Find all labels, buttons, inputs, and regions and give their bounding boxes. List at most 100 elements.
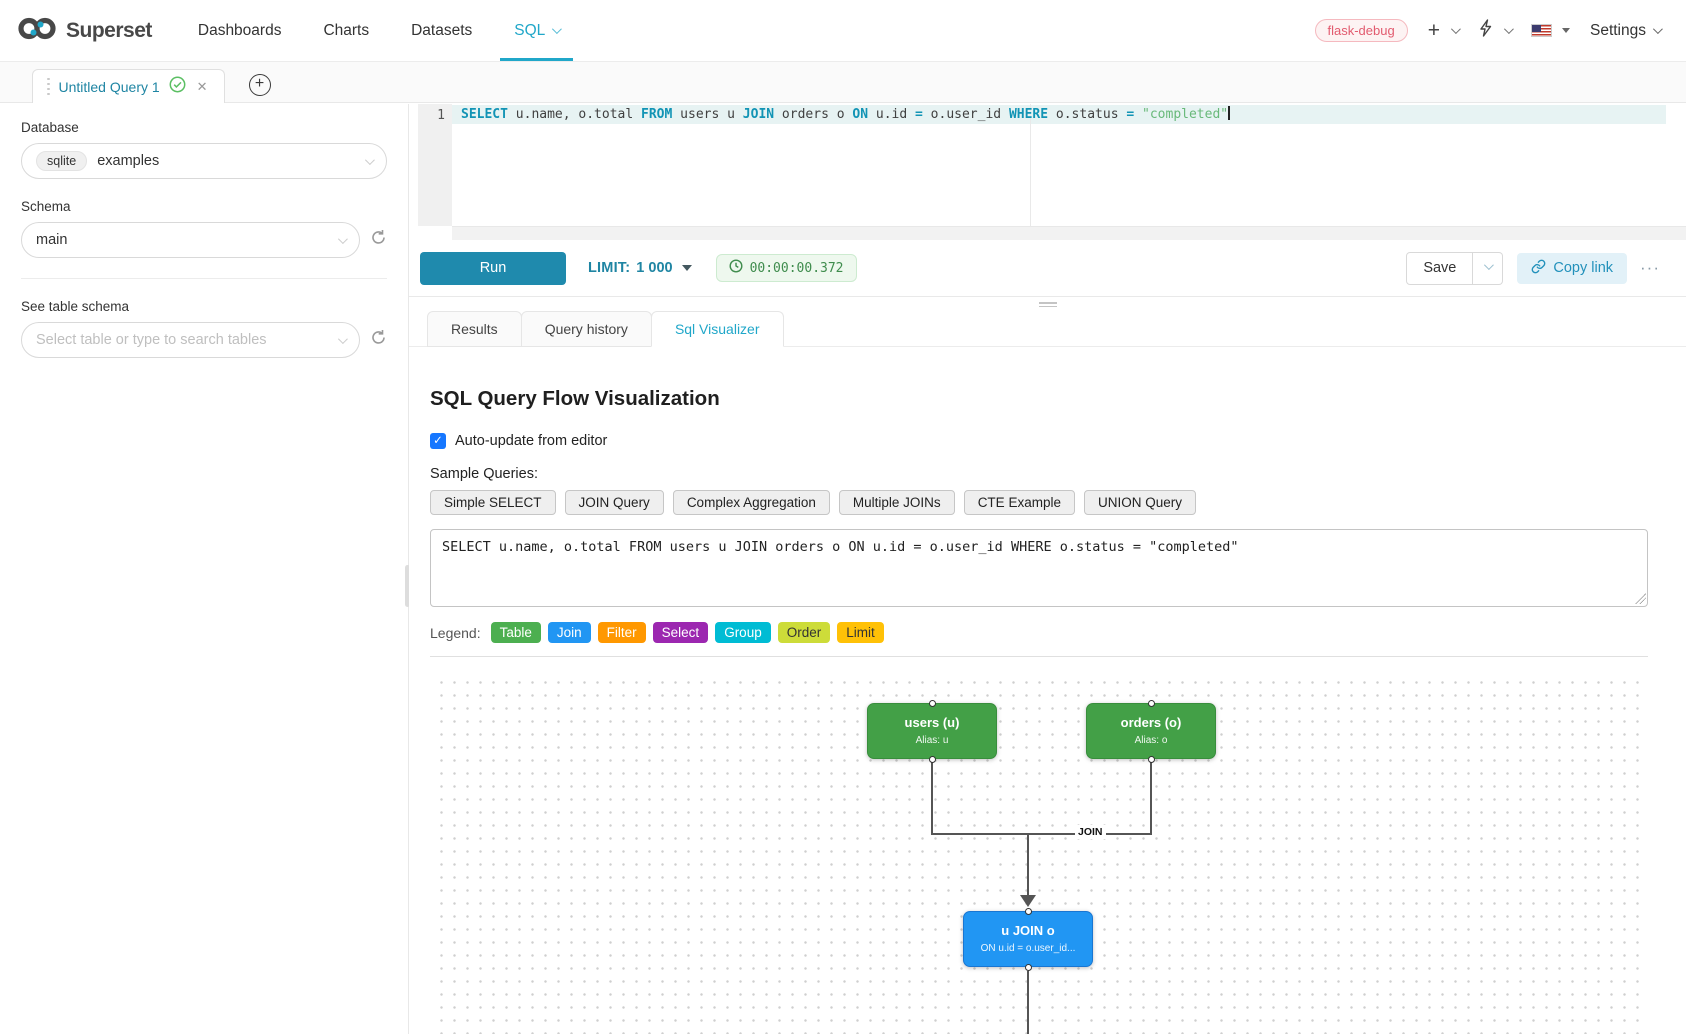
node-title: users (u): [868, 715, 996, 730]
legend: Legend: Table Join Filter Select Group O…: [430, 622, 1648, 643]
sql-token: =: [915, 107, 923, 122]
sample-union-query-button[interactable]: UNION Query: [1084, 490, 1196, 515]
editor-horizontal-scrollbar[interactable]: [452, 226, 1686, 240]
new-item-menu[interactable]: +: [1428, 20, 1458, 41]
database-label: Database: [21, 120, 387, 135]
edge-users-to-join: [931, 761, 933, 834]
chevron-down-icon: [338, 234, 348, 244]
query-tabstrip: Untitled Query 1 ✕ +: [0, 62, 1686, 103]
auto-update-checkbox[interactable]: [430, 433, 446, 449]
new-query-tab-button[interactable]: +: [249, 74, 271, 96]
query-tab[interactable]: Untitled Query 1 ✕: [32, 69, 225, 103]
sql-token: JOIN: [743, 107, 774, 122]
sql-editor[interactable]: 1 SELECT u.name, o.total FROM users u JO…: [409, 104, 1686, 240]
run-button[interactable]: Run: [420, 252, 566, 285]
tab-query-history[interactable]: Query history: [521, 311, 652, 347]
line-number: 1: [418, 106, 445, 125]
edge-join-output: [1027, 971, 1029, 1034]
caret-down-icon: [682, 265, 692, 271]
tab-sql-visualizer[interactable]: Sql Visualizer: [651, 311, 784, 347]
port-dot[interactable]: [1148, 700, 1155, 707]
legend-badge-table: Table: [491, 622, 541, 643]
query-tab-title: Untitled Query 1: [59, 79, 160, 95]
sql-token: "completed": [1142, 107, 1228, 122]
refresh-tables-icon[interactable]: [370, 329, 387, 351]
sample-query-buttons: Simple SELECT JOIN Query Complex Aggrega…: [430, 490, 1648, 515]
port-dot[interactable]: [1025, 908, 1032, 915]
language-picker[interactable]: [1531, 24, 1570, 37]
node-join[interactable]: u JOIN o ON u.id = o.user_id...: [963, 911, 1093, 967]
table-select-placeholder: Select table or type to search tables: [36, 332, 267, 348]
editor-gutter: 1: [418, 104, 452, 226]
left-sidebar: Database sqlite examples Schema main See…: [0, 104, 408, 1034]
nav-datasets[interactable]: Datasets: [411, 0, 472, 61]
save-dropdown-button[interactable]: [1473, 252, 1503, 285]
sql-token: WHERE: [1009, 107, 1048, 122]
visualizer-title: SQL Query Flow Visualization: [430, 387, 1648, 411]
flow-canvas[interactable]: JOIN users (u) Alias: u orders (o) Alias…: [430, 671, 1648, 1034]
sample-multiple-joins-button[interactable]: Multiple JOINs: [839, 490, 955, 515]
nav-charts[interactable]: Charts: [323, 0, 369, 61]
port-dot[interactable]: [929, 756, 936, 763]
node-title: u JOIN o: [964, 923, 1092, 938]
sample-cte-example-button[interactable]: CTE Example: [964, 490, 1075, 515]
chevron-down-icon: [1484, 260, 1494, 270]
south-pane: Results Query history Sql Visualizer SQL…: [409, 297, 1686, 1034]
sql-token: SELECT: [461, 107, 508, 122]
saved-check-icon: [169, 76, 186, 98]
sample-simple-select-button[interactable]: Simple SELECT: [430, 490, 556, 515]
save-button-group: Save: [1406, 252, 1503, 285]
node-title: orders (o): [1087, 715, 1215, 730]
sql-token: FROM: [641, 107, 672, 122]
schema-select[interactable]: main: [21, 222, 360, 258]
chevron-down-icon: [1504, 24, 1514, 34]
nav-sql[interactable]: SQL: [514, 0, 559, 61]
drag-handle-icon[interactable]: [47, 78, 50, 96]
limit-dropdown[interactable]: LIMIT: 1 000: [588, 260, 692, 276]
timer-value: 00:00:00.372: [750, 261, 844, 276]
node-orders-table[interactable]: orders (o) Alias: o: [1086, 703, 1216, 759]
schema-value: main: [36, 232, 67, 248]
database-engine-pill: sqlite: [36, 151, 87, 171]
port-dot[interactable]: [929, 700, 936, 707]
sample-complex-aggregation-button[interactable]: Complex Aggregation: [673, 490, 830, 515]
sql-lab-app: Superset Dashboards Charts Datasets SQL …: [0, 0, 1686, 1034]
sql-input-textarea[interactable]: SELECT u.name, o.total FROM users u JOIN…: [430, 529, 1648, 607]
limit-value: 1 000: [636, 260, 672, 276]
save-button[interactable]: Save: [1406, 252, 1473, 285]
port-dot[interactable]: [1148, 756, 1155, 763]
tab-results[interactable]: Results: [427, 311, 522, 347]
us-flag-icon: [1531, 24, 1552, 37]
nav-dashboards[interactable]: Dashboards: [198, 0, 282, 61]
legend-badge-group: Group: [715, 622, 771, 643]
port-dot[interactable]: [1025, 964, 1032, 971]
more-menu-icon[interactable]: ···: [1640, 258, 1660, 278]
table-select[interactable]: Select table or type to search tables: [21, 322, 360, 358]
auto-update-label: Auto-update from editor: [455, 433, 607, 449]
lightning-icon: [1478, 19, 1493, 42]
sql-code-line[interactable]: SELECT u.name, o.total FROM users u JOIN…: [461, 106, 1230, 124]
limit-label: LIMIT:: [588, 260, 630, 276]
chevron-down-icon: [1653, 24, 1663, 34]
legend-badge-order: Order: [778, 622, 831, 643]
sql-token: orders o: [774, 107, 852, 122]
superset-infinity-icon: [16, 15, 58, 47]
query-search-menu[interactable]: [1478, 19, 1511, 42]
refresh-schema-icon[interactable]: [370, 229, 387, 251]
legend-badge-join: Join: [548, 622, 591, 643]
sample-queries-label: Sample Queries:: [430, 466, 1648, 482]
sql-token: ON: [852, 107, 868, 122]
chevron-down-icon: [365, 155, 375, 165]
sidebar-divider: [21, 278, 387, 279]
node-users-table[interactable]: users (u) Alias: u: [867, 703, 997, 759]
copy-link-button[interactable]: Copy link: [1517, 253, 1627, 284]
pane-resize-handle[interactable]: [1039, 300, 1057, 309]
close-tab-icon[interactable]: ✕: [195, 79, 210, 95]
editor-toolbar: Run LIMIT: 1 000 00:00:00.372 Save Copy …: [409, 240, 1686, 297]
app-logo[interactable]: Superset: [16, 15, 152, 47]
settings-menu[interactable]: Settings: [1590, 22, 1660, 40]
caret-down-icon: [1562, 28, 1570, 33]
sample-join-query-button[interactable]: JOIN Query: [565, 490, 664, 515]
database-select[interactable]: sqlite examples: [21, 143, 387, 179]
legend-badge-filter: Filter: [598, 622, 646, 643]
